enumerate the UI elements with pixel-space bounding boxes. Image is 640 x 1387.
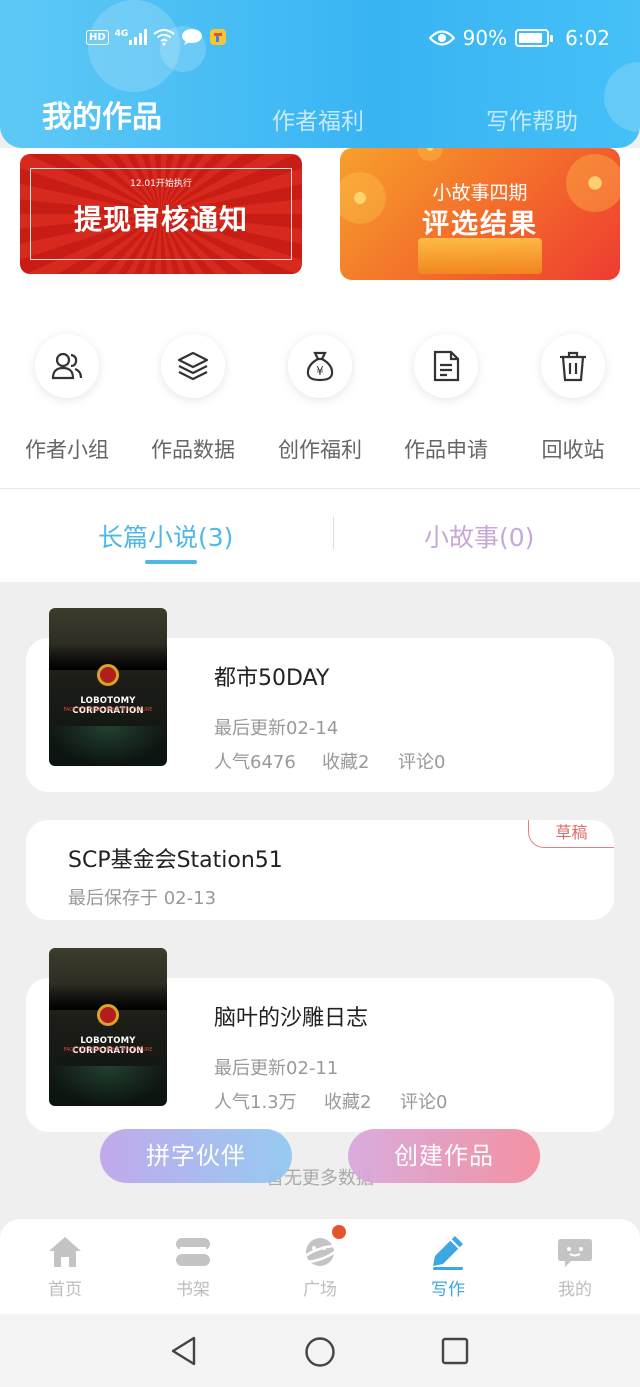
recents-icon[interactable] [441, 1337, 469, 1365]
battery-percent: 90% [462, 26, 508, 50]
book-cover[interactable]: LOBOTOMY CORPORATION FACE THE FEAR, MAKE… [49, 608, 167, 766]
document-icon [433, 350, 460, 382]
bookshelf-icon [176, 1238, 210, 1266]
work-title: 都市50DAY [214, 666, 330, 691]
cover-title: LOBOTOMY CORPORATION [72, 1036, 144, 1056]
cover-ground [49, 1066, 167, 1106]
layers-icon [177, 351, 209, 381]
notification-dot [332, 1225, 346, 1239]
network-type: 4G [115, 29, 148, 45]
back-icon[interactable] [170, 1336, 198, 1366]
pen-icon [433, 1236, 463, 1270]
action-recycle-bin[interactable]: 回收站 [510, 334, 636, 464]
bottom-nav: 首页 书架 广场 写作 我的 [0, 1218, 640, 1314]
work-title: 脑叶的沙雕日志 [214, 1006, 369, 1031]
nav-label: 我的 [558, 1280, 592, 1300]
banner-small-text: 12.01开始执行 [130, 179, 192, 189]
nav-plaza[interactable]: 广场 [280, 1225, 360, 1300]
work-popularity: 人气6476 [214, 752, 296, 773]
segment-divider [333, 517, 334, 549]
draft-card[interactable]: SCP基金会Station51 最后保存于 02-13 草稿 [26, 820, 614, 920]
divider [0, 488, 640, 489]
nav-home[interactable]: 首页 [25, 1233, 105, 1300]
action-work-data[interactable]: 作品数据 [130, 334, 256, 464]
nav-label: 广场 [303, 1280, 337, 1300]
home-circle-icon[interactable] [304, 1336, 336, 1368]
nav-mine[interactable]: 我的 [535, 1233, 615, 1300]
no-more-data: 暂无更多数据 [266, 1168, 374, 1189]
home-icon [49, 1237, 81, 1267]
cover-subtitle: FACE THE FEAR, MAKE THE FUTURE [63, 707, 153, 713]
planet-icon [302, 1238, 338, 1266]
signal-icon [129, 29, 148, 45]
story-results-banner[interactable]: 小故事四期 评选结果 [340, 148, 620, 280]
app-notification-icon [210, 29, 227, 45]
work-updated: 最后更新02-11 [214, 1058, 339, 1079]
work-popularity: 人气1.3万 [214, 1092, 297, 1113]
cover-emblem [97, 1004, 119, 1026]
tab-long-novels[interactable]: 长篇小说(3) [98, 518, 233, 554]
tab-author-benefits[interactable]: 作者福利 [272, 102, 364, 136]
banner-title: 评选结果 [422, 209, 538, 240]
nav-bookshelf[interactable]: 书架 [153, 1233, 233, 1300]
eye-comfort-icon [428, 30, 455, 46]
cover-title: LOBOTOMY CORPORATION [72, 696, 144, 716]
action-work-application[interactable]: 作品申请 [383, 334, 509, 464]
podium-decor [418, 238, 542, 274]
tab-my-works[interactable]: 我的作品 [42, 92, 162, 136]
action-label: 作品申请 [404, 438, 488, 462]
action-label: 创作福利 [278, 438, 362, 462]
trash-icon [560, 351, 586, 382]
active-tab-indicator [145, 560, 197, 564]
book-cover[interactable]: LOBOTOMY CORPORATION FACE THE FEAR, MAKE… [49, 948, 167, 1106]
chat-face-icon [558, 1239, 592, 1267]
word-partner-button[interactable]: 拼字伙伴 [100, 1129, 292, 1183]
firework-decor [410, 148, 450, 168]
work-comments: 评论0 [400, 1092, 448, 1113]
banner-subtitle: 小故事四期 [432, 182, 528, 204]
action-author-group[interactable]: 作者小组 [4, 334, 130, 464]
clock: 6:02 [565, 26, 610, 50]
system-navigation-bar [0, 1314, 640, 1387]
banner-title: 提现审核通知 [73, 203, 248, 236]
nav-label: 首页 [48, 1280, 82, 1300]
tab-writing-help[interactable]: 写作帮助 [486, 102, 578, 136]
nav-label: 书架 [176, 1280, 210, 1300]
nav-write[interactable]: 写作 [408, 1233, 488, 1300]
cover-emblem [97, 664, 119, 686]
svg-text:¥: ¥ [316, 364, 324, 378]
action-label: 回收站 [541, 438, 605, 462]
create-work-button[interactable]: 创建作品 [348, 1129, 540, 1183]
tab-short-stories[interactable]: 小故事(0) [424, 518, 534, 554]
nav-label: 写作 [431, 1280, 465, 1300]
users-icon [51, 352, 83, 380]
hd-icon: HD [86, 29, 109, 45]
wifi-icon [153, 29, 175, 46]
app-header: HD 4G 90% 6:02 我的作品 作者福利 写作帮助 [0, 0, 640, 148]
work-favorites: 收藏2 [324, 1092, 372, 1113]
cover-subtitle: FACE THE FEAR, MAKE THE FUTURE [63, 1047, 153, 1053]
action-label: 作品数据 [151, 438, 235, 462]
top-tabs: 我的作品 作者福利 写作帮助 [0, 92, 640, 138]
withdraw-notice-banner[interactable]: 12.01开始执行 提现审核通知 [20, 154, 302, 274]
action-label: 作者小组 [25, 438, 109, 462]
draft-badge: 草稿 [528, 820, 614, 848]
status-bar: HD 4G 90% 6:02 [0, 24, 640, 58]
work-updated: 最后更新02-14 [214, 718, 339, 739]
cover-ground [49, 726, 167, 766]
work-title: SCP基金会Station51 [68, 848, 283, 873]
work-saved: 最后保存于 02-13 [68, 888, 217, 909]
battery-icon [515, 29, 554, 47]
work-comments: 评论0 [398, 752, 446, 773]
work-favorites: 收藏2 [322, 752, 370, 773]
money-bag-icon: ¥ [306, 351, 334, 382]
action-creation-benefits[interactable]: ¥ 创作福利 [257, 334, 383, 464]
message-icon [182, 29, 203, 45]
